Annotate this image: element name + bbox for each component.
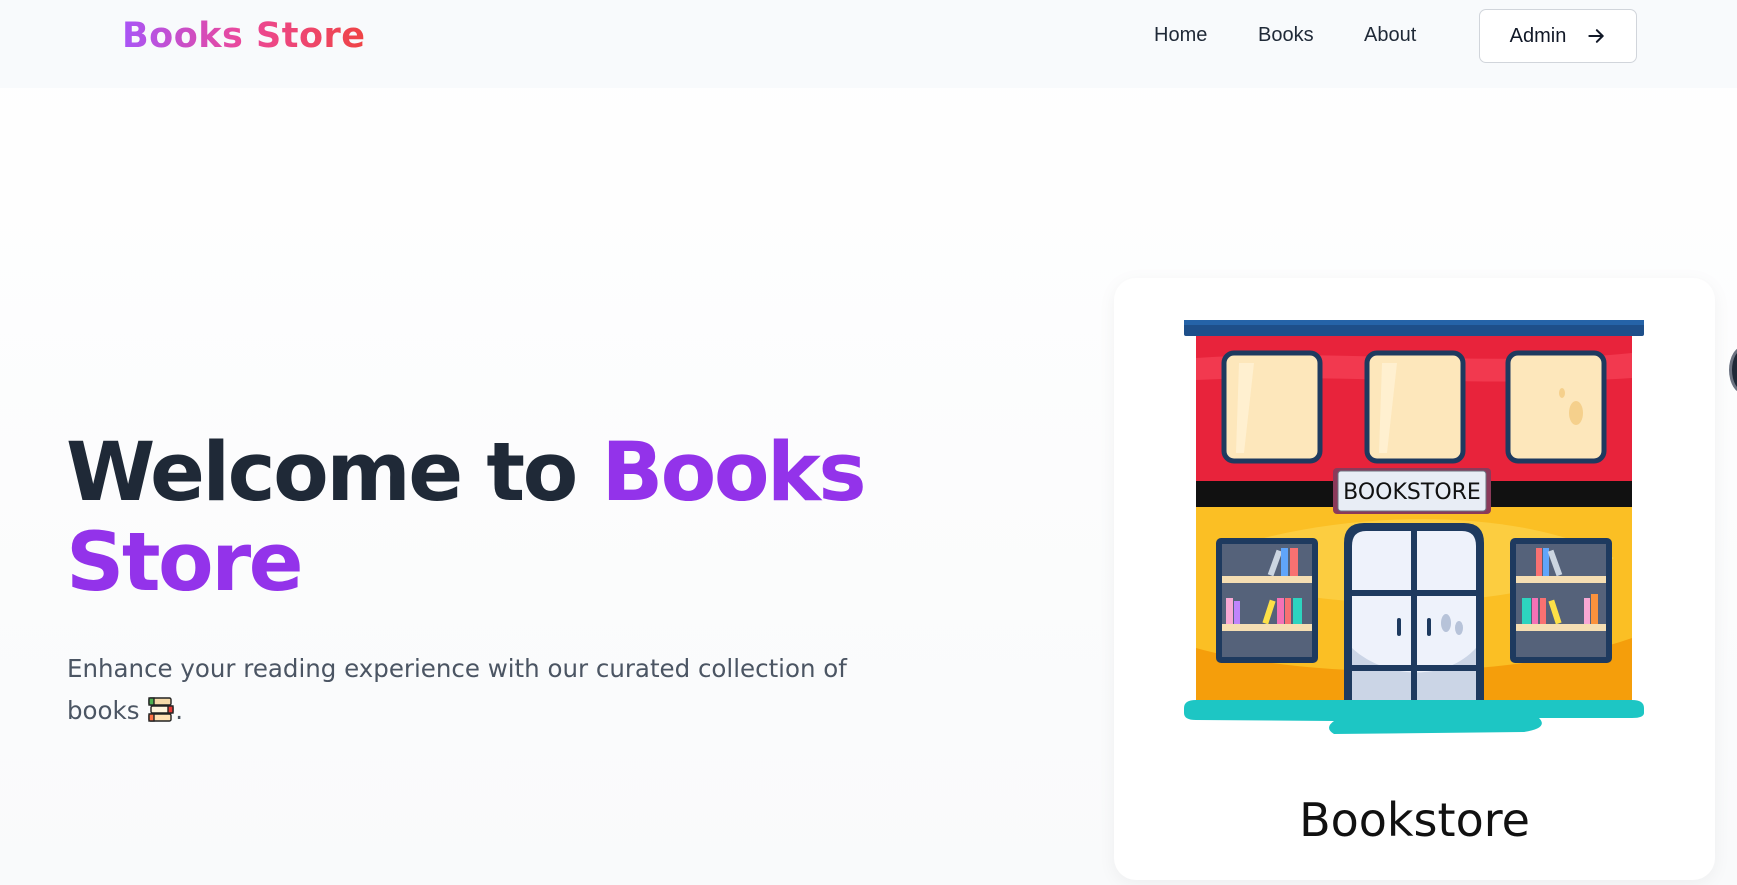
hero-subtitle-text: Enhance your reading experience with our… <box>67 654 847 725</box>
hero-title: Welcome to Books Store <box>66 428 966 608</box>
bookstore-illustration: BOOKSTORE <box>1184 320 1644 734</box>
hero-subtitle-end: . <box>175 696 184 725</box>
books-icon <box>148 697 174 722</box>
sign-text: BOOKSTORE <box>1343 480 1481 505</box>
admin-button[interactable]: Admin <box>1479 9 1637 63</box>
nav-link-home[interactable]: Home <box>1154 24 1207 47</box>
hero-title-text: Welcome to <box>66 426 602 520</box>
arrow-right-icon <box>1588 29 1605 43</box>
nav-link-books[interactable]: Books <box>1258 24 1314 47</box>
admin-button-label: Admin <box>1509 24 1567 47</box>
card-caption: Bookstore <box>1299 793 1530 847</box>
navbar: Books Store Home Books About Admin <box>0 0 1737 88</box>
floating-widget-button[interactable] <box>1729 346 1737 394</box>
nav-link-about[interactable]: About <box>1364 24 1416 47</box>
brand-logo[interactable]: Books Store <box>122 16 366 56</box>
hero-subtitle: Enhance your reading experience with our… <box>67 648 867 732</box>
bookstore-card: BOOKSTORE Bookstore <box>1114 278 1715 880</box>
